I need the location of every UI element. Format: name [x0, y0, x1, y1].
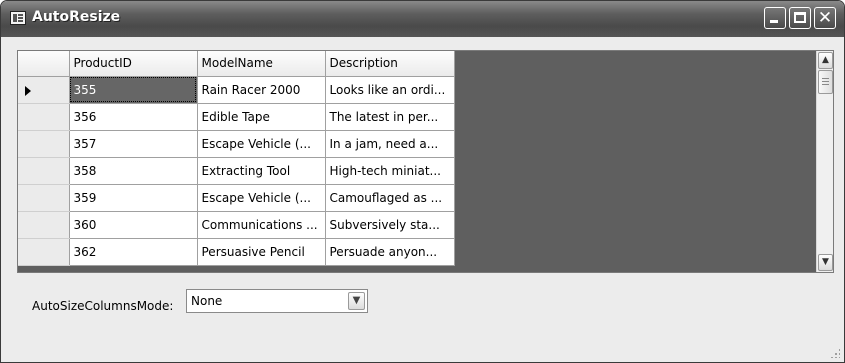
- scroll-up-arrow-icon: ▲: [822, 55, 829, 65]
- cell-modelname[interactable]: Edible Tape: [197, 103, 326, 131]
- data-grid[interactable]: ProductID ModelName Description 355 Rain…: [17, 50, 834, 273]
- row-header[interactable]: [18, 103, 70, 131]
- table-row[interactable]: 358 Extracting Tool High-tech miniat...: [18, 157, 455, 185]
- cell-description[interactable]: Looks like an ordi...: [325, 76, 455, 104]
- grid-corner-header[interactable]: [18, 51, 70, 77]
- cell-description[interactable]: High-tech miniat...: [325, 157, 455, 185]
- cell-modelname[interactable]: Extracting Tool: [197, 157, 326, 185]
- minimize-button[interactable]: [764, 7, 786, 29]
- close-button[interactable]: ✕: [814, 7, 836, 29]
- row-header[interactable]: [18, 184, 70, 212]
- row-indicator-arrow-icon: [25, 85, 31, 96]
- cell-productid[interactable]: 358: [69, 157, 198, 185]
- row-header[interactable]: [18, 130, 70, 158]
- app-window: AutoResize ✕ ProductID ModelName Descrip…: [0, 0, 845, 363]
- grid-table: ProductID ModelName Description 355 Rain…: [18, 51, 455, 266]
- close-icon: ✕: [817, 8, 833, 28]
- scroll-down-button[interactable]: ▼: [818, 254, 833, 271]
- cell-modelname[interactable]: Escape Vehicle (...: [197, 130, 326, 158]
- cell-productid[interactable]: 357: [69, 130, 198, 158]
- row-header[interactable]: [18, 211, 70, 239]
- maximize-button[interactable]: [789, 7, 811, 29]
- app-window-icon[interactable]: [10, 11, 26, 25]
- cell-modelname[interactable]: Rain Racer 2000: [197, 76, 326, 104]
- cell-description[interactable]: Persuade anyon...: [325, 238, 455, 266]
- row-header[interactable]: [18, 76, 70, 104]
- title-bar[interactable]: AutoResize ✕: [1, 1, 844, 37]
- chevron-down-icon: ▼: [352, 295, 361, 306]
- cell-description[interactable]: Camouflaged as ...: [325, 184, 455, 212]
- autosize-columns-mode-label: AutoSizeColumnsMode:: [32, 299, 174, 313]
- cell-productid[interactable]: 355: [69, 76, 198, 104]
- scroll-up-button[interactable]: ▲: [818, 52, 833, 69]
- column-header-modelname[interactable]: ModelName: [197, 51, 326, 77]
- cell-description[interactable]: In a jam, need a...: [325, 130, 455, 158]
- autosize-columns-mode-value: None: [191, 294, 223, 308]
- scrollbar-thumb[interactable]: [818, 70, 833, 94]
- autosize-columns-mode-select[interactable]: None ▼: [186, 289, 368, 313]
- row-header[interactable]: [18, 157, 70, 185]
- cell-description[interactable]: Subversively sta...: [325, 211, 455, 239]
- window-title: AutoResize: [32, 9, 121, 25]
- table-row[interactable]: 357 Escape Vehicle (... In a jam, need a…: [18, 130, 455, 158]
- cell-productid[interactable]: 356: [69, 103, 198, 131]
- cell-description[interactable]: The latest in per...: [325, 103, 455, 131]
- cell-productid[interactable]: 360: [69, 211, 198, 239]
- table-row[interactable]: 356 Edible Tape The latest in per...: [18, 103, 455, 131]
- table-row[interactable]: 359 Escape Vehicle (... Camouflaged as .…: [18, 184, 455, 212]
- table-row[interactable]: 355 Rain Racer 2000 Looks like an ordi..…: [18, 76, 455, 104]
- column-header-description[interactable]: Description: [325, 51, 455, 77]
- maximize-icon: [794, 12, 806, 23]
- table-row[interactable]: 360 Communications ... Subversively sta.…: [18, 211, 455, 239]
- dropdown-button[interactable]: ▼: [348, 292, 365, 310]
- resize-grip-icon[interactable]: [830, 348, 840, 358]
- minimize-icon: [770, 20, 778, 23]
- cell-productid[interactable]: 359: [69, 184, 198, 212]
- cell-productid[interactable]: 362: [69, 238, 198, 266]
- cell-modelname[interactable]: Communications ...: [197, 211, 326, 239]
- vertical-scrollbar[interactable]: ▲ ▼: [816, 51, 833, 272]
- table-row[interactable]: 362 Persuasive Pencil Persuade anyon...: [18, 238, 455, 266]
- cell-modelname[interactable]: Persuasive Pencil: [197, 238, 326, 266]
- row-header[interactable]: [18, 238, 70, 266]
- header-row: ProductID ModelName Description: [18, 51, 455, 77]
- scroll-down-arrow-icon: ▼: [822, 257, 829, 267]
- cell-modelname[interactable]: Escape Vehicle (...: [197, 184, 326, 212]
- column-header-productid[interactable]: ProductID: [69, 51, 198, 77]
